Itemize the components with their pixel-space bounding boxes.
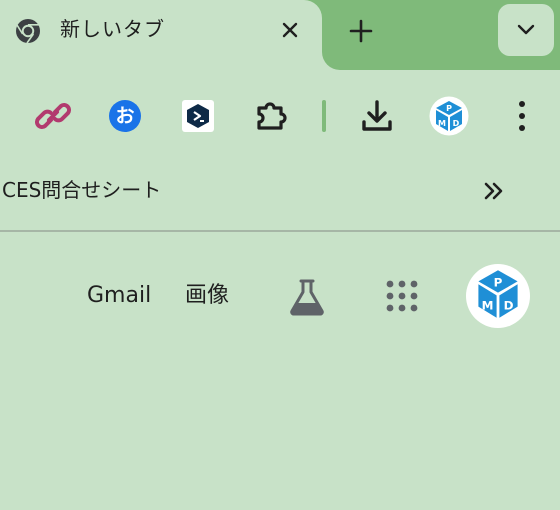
- images-link[interactable]: 画像: [185, 281, 229, 311]
- o-extension-icon[interactable]: お: [105, 96, 145, 136]
- chrome-icon: [14, 17, 42, 45]
- account-avatar[interactable]: P M D: [466, 264, 530, 328]
- svg-text:P: P: [446, 104, 452, 113]
- flask-icon[interactable]: [286, 276, 328, 318]
- apps-grid-icon[interactable]: [384, 278, 420, 314]
- o-extension-label: お: [115, 105, 135, 127]
- puzzle-extensions-icon[interactable]: [251, 96, 291, 136]
- close-tab-icon[interactable]: [276, 16, 304, 44]
- download-icon[interactable]: [357, 96, 397, 136]
- double-chevron-right-icon[interactable]: [476, 174, 512, 208]
- svg-text:D: D: [453, 119, 460, 128]
- pmd-logo-icon[interactable]: P M D: [429, 96, 469, 136]
- bookmark-ces-sheet[interactable]: CES問合せシート: [2, 176, 161, 204]
- pmd-logo-icon: P M D: [470, 266, 526, 326]
- new-tab-plus-icon[interactable]: [346, 16, 376, 46]
- chevron-down-icon: [516, 21, 536, 40]
- tab-title: 新しいタブ: [60, 17, 165, 41]
- kebab-menu-icon[interactable]: [502, 96, 542, 136]
- bookmarks-divider: [0, 230, 560, 232]
- tab-strip: 新しいタブ: [0, 0, 560, 70]
- tab-search-button[interactable]: [498, 4, 554, 56]
- svg-text:M: M: [482, 298, 494, 312]
- svg-text:P: P: [494, 275, 503, 289]
- svg-text:D: D: [504, 298, 514, 312]
- terminal-extension-icon[interactable]: [178, 96, 218, 136]
- gmail-link[interactable]: Gmail: [87, 281, 151, 311]
- toolbar-divider: [322, 100, 326, 132]
- active-tab[interactable]: 新しいタブ: [0, 0, 322, 70]
- link-extension-icon[interactable]: [33, 96, 73, 136]
- svg-text:M: M: [438, 119, 446, 128]
